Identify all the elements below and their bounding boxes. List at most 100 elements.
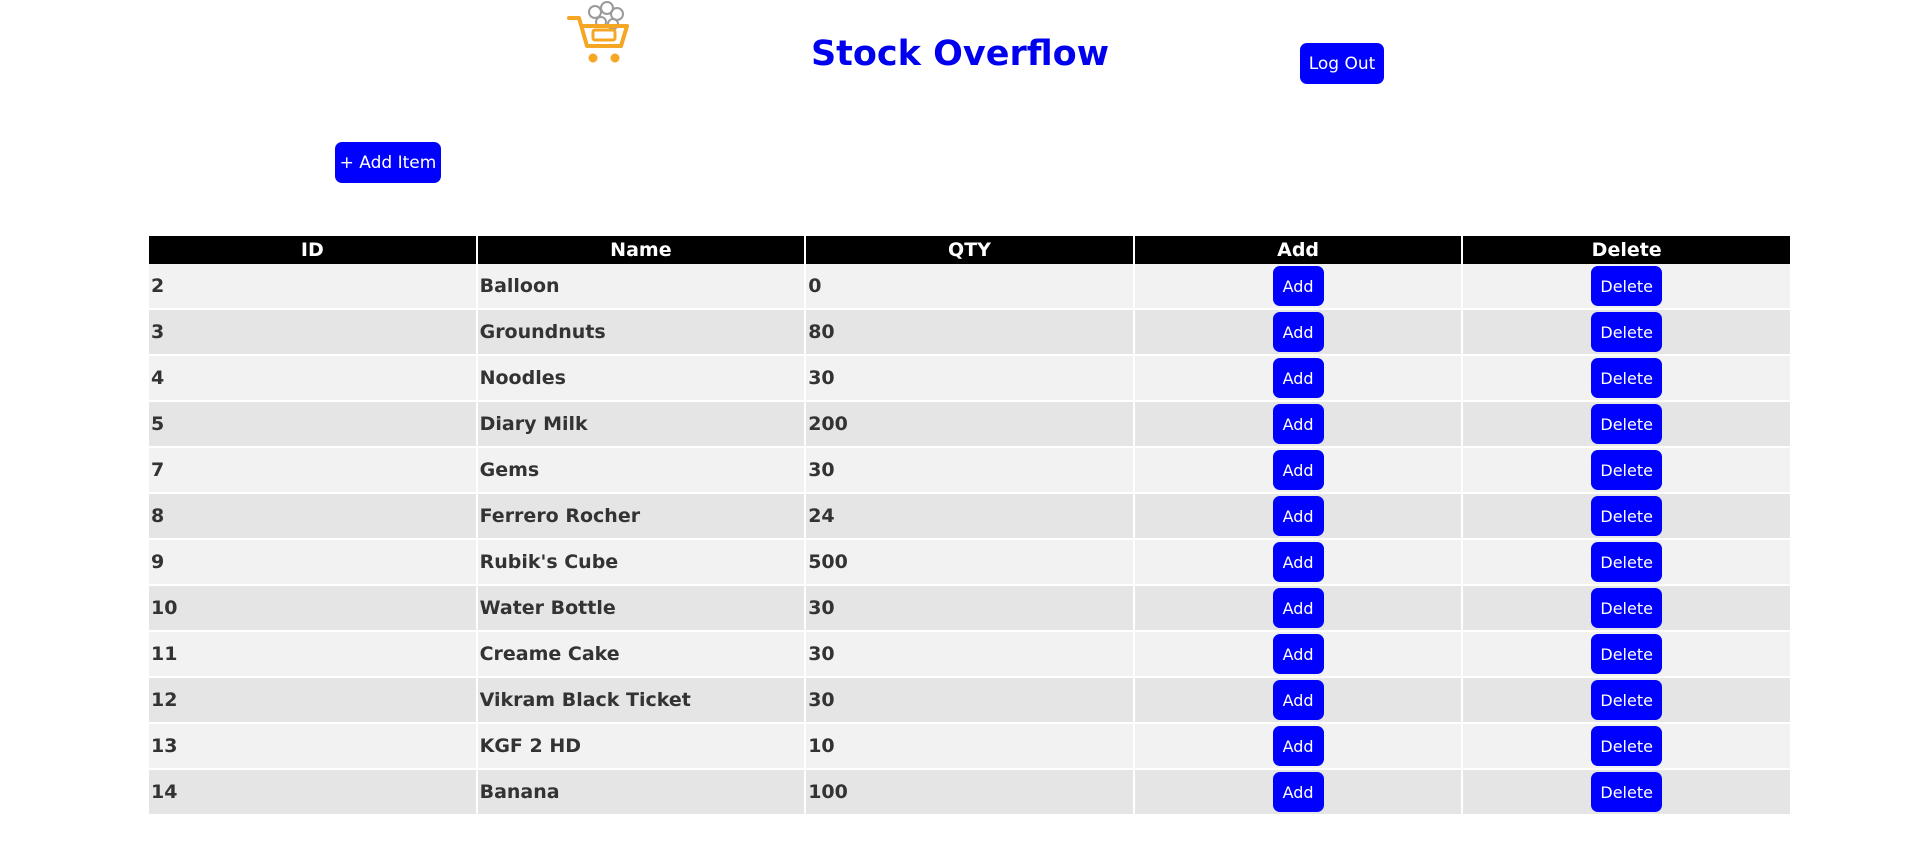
table-row: 7 Gems 30 Add Delete (149, 448, 1790, 494)
logout-button[interactable]: Log Out (1300, 43, 1384, 84)
row-add-button[interactable]: Add (1272, 542, 1324, 582)
cell-delete: Delete (1463, 632, 1790, 678)
column-header-id: ID (149, 236, 476, 264)
row-add-button[interactable]: Add (1272, 266, 1324, 306)
cell-name: KGF 2 HD (477, 724, 805, 770)
table-row: 11 Creame Cake 30 Add Delete (149, 632, 1790, 678)
row-add-button[interactable]: Add (1272, 312, 1324, 352)
cell-id: 4 (149, 356, 476, 402)
cell-id: 13 (149, 724, 476, 770)
cell-qty: 10 (806, 724, 1133, 770)
row-add-button[interactable]: Add (1272, 726, 1324, 766)
cell-qty: 24 (806, 494, 1133, 540)
cell-add: Add (1134, 448, 1462, 494)
cell-delete: Delete (1463, 402, 1790, 448)
column-header-qty: QTY (806, 236, 1133, 264)
row-add-button[interactable]: Add (1272, 358, 1324, 398)
column-header-delete: Delete (1463, 236, 1790, 264)
cell-add: Add (1134, 632, 1462, 678)
cell-qty: 500 (806, 540, 1133, 586)
cell-add: Add (1134, 310, 1462, 356)
cell-add: Add (1134, 586, 1462, 632)
cell-id: 7 (149, 448, 476, 494)
cell-add: Add (1134, 540, 1462, 586)
cell-qty: 30 (806, 586, 1133, 632)
cell-qty: 30 (806, 356, 1133, 402)
cell-delete: Delete (1463, 586, 1790, 632)
cell-add: Add (1134, 678, 1462, 724)
table-row: 9 Rubik's Cube 500 Add Delete (149, 540, 1790, 586)
table-header-row: ID Name QTY Add Delete (149, 236, 1790, 264)
cell-name: Banana (477, 770, 805, 816)
table-row: 14 Banana 100 Add Delete (149, 770, 1790, 816)
table-row: 8 Ferrero Rocher 24 Add Delete (149, 494, 1790, 540)
cell-name: Ferrero Rocher (477, 494, 805, 540)
row-add-button[interactable]: Add (1272, 588, 1324, 628)
cell-delete: Delete (1463, 494, 1790, 540)
row-add-button[interactable]: Add (1272, 680, 1324, 720)
cell-name: Creame Cake (477, 632, 805, 678)
cell-delete: Delete (1463, 724, 1790, 770)
column-header-add: Add (1134, 236, 1462, 264)
cell-qty: 30 (806, 448, 1133, 494)
cell-delete: Delete (1463, 310, 1790, 356)
table-row: 4 Noodles 30 Add Delete (149, 356, 1790, 402)
cell-delete: Delete (1463, 540, 1790, 586)
row-delete-button[interactable]: Delete (1591, 358, 1663, 398)
cell-name: Water Bottle (477, 586, 805, 632)
cell-add: Add (1134, 402, 1462, 448)
row-delete-button[interactable]: Delete (1591, 680, 1663, 720)
cell-id: 5 (149, 402, 476, 448)
cell-qty: 100 (806, 770, 1133, 816)
row-add-button[interactable]: Add (1272, 634, 1324, 674)
cell-name: Rubik's Cube (477, 540, 805, 586)
cell-name: Vikram Black Ticket (477, 678, 805, 724)
row-delete-button[interactable]: Delete (1591, 496, 1663, 536)
cell-id: 12 (149, 678, 476, 724)
cell-add: Add (1134, 770, 1462, 816)
cell-add: Add (1134, 356, 1462, 402)
cell-delete: Delete (1463, 356, 1790, 402)
table-row: 13 KGF 2 HD 10 Add Delete (149, 724, 1790, 770)
row-add-button[interactable]: Add (1272, 772, 1324, 812)
cell-id: 10 (149, 586, 476, 632)
cell-id: 9 (149, 540, 476, 586)
cell-delete: Delete (1463, 678, 1790, 724)
cell-add: Add (1134, 264, 1462, 310)
cell-id: 2 (149, 264, 476, 310)
cell-add: Add (1134, 724, 1462, 770)
cell-qty: 80 (806, 310, 1133, 356)
cell-qty: 200 (806, 402, 1133, 448)
cell-id: 3 (149, 310, 476, 356)
row-delete-button[interactable]: Delete (1591, 588, 1663, 628)
inventory-table: ID Name QTY Add Delete 2 Balloon 0 Add D… (147, 236, 1792, 816)
table-row: 2 Balloon 0 Add Delete (149, 264, 1790, 310)
cell-name: Gems (477, 448, 805, 494)
cell-delete: Delete (1463, 770, 1790, 816)
row-delete-button[interactable]: Delete (1591, 312, 1663, 352)
cell-name: Noodles (477, 356, 805, 402)
add-item-button[interactable]: + Add Item (335, 142, 441, 183)
cell-qty: 30 (806, 678, 1133, 724)
cell-id: 14 (149, 770, 476, 816)
row-delete-button[interactable]: Delete (1591, 542, 1663, 582)
row-delete-button[interactable]: Delete (1591, 772, 1663, 812)
row-delete-button[interactable]: Delete (1591, 404, 1663, 444)
cell-delete: Delete (1463, 264, 1790, 310)
table-row: 5 Diary Milk 200 Add Delete (149, 402, 1790, 448)
row-delete-button[interactable]: Delete (1591, 634, 1663, 674)
row-delete-button[interactable]: Delete (1591, 450, 1663, 490)
table-row: 12 Vikram Black Ticket 30 Add Delete (149, 678, 1790, 724)
row-delete-button[interactable]: Delete (1591, 266, 1663, 306)
cell-qty: 30 (806, 632, 1133, 678)
cell-qty: 0 (806, 264, 1133, 310)
cell-add: Add (1134, 494, 1462, 540)
row-add-button[interactable]: Add (1272, 450, 1324, 490)
cell-name: Diary Milk (477, 402, 805, 448)
row-add-button[interactable]: Add (1272, 496, 1324, 536)
column-header-name: Name (477, 236, 805, 264)
cell-name: Balloon (477, 264, 805, 310)
row-delete-button[interactable]: Delete (1591, 726, 1663, 766)
row-add-button[interactable]: Add (1272, 404, 1324, 444)
cell-name: Groundnuts (477, 310, 805, 356)
